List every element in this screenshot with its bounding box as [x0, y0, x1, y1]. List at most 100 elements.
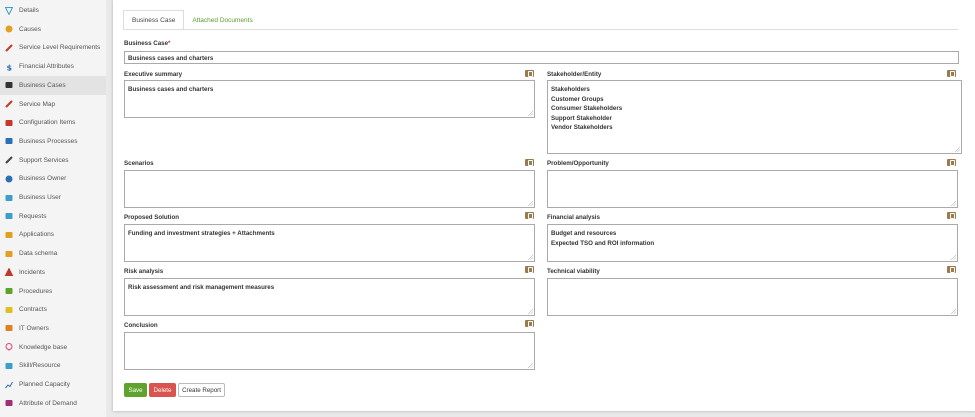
sidebar-item-business-processes[interactable]: Business Processes	[0, 132, 106, 151]
business-case-input[interactable]: Business cases and charters	[124, 51, 959, 64]
chart-line-icon	[5, 381, 13, 389]
gear-icon	[5, 175, 13, 183]
business-case-label: Business Case*	[124, 40, 171, 47]
stakeholder-textarea[interactable]: Stakeholders Customer Groups Consumer St…	[547, 80, 962, 154]
attach-icon[interactable]	[525, 159, 534, 166]
sidebar-item-procedures[interactable]: Procedures	[0, 282, 106, 301]
sidebar-item-label: Support Services	[19, 156, 69, 164]
sidebar-item-requests[interactable]: Requests	[0, 207, 106, 226]
resize-grip-icon[interactable]	[528, 111, 533, 116]
sidebar-item-contracts[interactable]: Contracts	[0, 300, 106, 319]
main-panel: Business Case Attached Documents Busines…	[113, 0, 975, 411]
sidebar-item-configuration-items[interactable]: Configuration Items	[0, 113, 106, 132]
sidebar-item-attribute-of-demand[interactable]: Attribute of Demand	[0, 394, 106, 413]
attach-icon[interactable]	[947, 70, 956, 77]
sidebar-item-label: Procedures	[19, 287, 53, 295]
sidebar-item-label: Applications	[19, 231, 55, 239]
attach-icon[interactable]	[947, 159, 956, 166]
sidebar-item-label: Business Owner	[19, 175, 67, 183]
problem-opportunity-textarea[interactable]	[547, 170, 958, 208]
sidebar-item-data-schema[interactable]: Data schema	[0, 244, 106, 263]
tab-divider	[123, 29, 958, 30]
executive-summary-label: Executive summary	[124, 71, 183, 78]
stakeholder-label: Stakeholder/Entity	[547, 71, 602, 78]
resize-grip-icon[interactable]	[528, 255, 533, 260]
resize-grip-icon[interactable]	[951, 309, 956, 314]
sidebar-item-label: IT Owners	[19, 324, 49, 332]
attach-icon[interactable]	[947, 212, 956, 219]
dollar-icon: $	[5, 63, 13, 72]
tab-business-case[interactable]: Business Case	[123, 10, 185, 30]
sidebar-item-details[interactable]: Details	[0, 1, 106, 20]
sidebar-item-skill-resource[interactable]: Skill/Resource	[0, 356, 106, 375]
risk-analysis-textarea[interactable]: Risk assessment and risk management meas…	[124, 278, 535, 316]
problem-opportunity-label: Problem/Opportunity	[547, 160, 609, 167]
resize-grip-icon[interactable]	[528, 309, 533, 314]
sidebar-item-business-user[interactable]: Business User	[0, 188, 106, 207]
sidebar-item-label: Knowledge base	[19, 343, 68, 351]
sidebar-item-applications[interactable]: Applications	[0, 225, 106, 244]
sidebar-item-label: Details	[19, 7, 39, 14]
table-icon	[5, 399, 13, 407]
attach-icon[interactable]	[525, 212, 534, 219]
resize-grip-icon[interactable]	[951, 255, 956, 260]
sidebar-item-incidents[interactable]: Incidents	[0, 263, 106, 282]
attach-icon[interactable]	[947, 266, 956, 273]
attach-icon[interactable]	[525, 320, 534, 327]
sidebar-item-business-owner[interactable]: Business Owner	[0, 169, 106, 188]
create-report-button[interactable]: Create Report	[178, 383, 225, 397]
scenarios-label: Scenarios	[124, 160, 154, 167]
save-button[interactable]: Save	[124, 383, 147, 397]
id-card-icon	[5, 362, 13, 370]
sidebar-item-label: Financial Attributes	[19, 63, 74, 71]
attach-icon[interactable]	[525, 266, 534, 273]
sidebar-item-label: Configuration Items	[19, 119, 76, 127]
technical-viability-label: Technical viability	[547, 268, 600, 275]
tools-icon	[5, 44, 13, 52]
resize-grip-icon[interactable]	[528, 363, 533, 368]
risk-analysis-label: Risk analysis	[124, 268, 164, 275]
info-circle-icon	[5, 25, 13, 33]
pencil-icon	[5, 100, 13, 108]
briefcase-icon	[5, 81, 13, 89]
executive-summary-textarea[interactable]: Business cases and charters	[124, 80, 535, 118]
monitor-icon	[5, 119, 13, 127]
sidebar-item-label: Business Cases	[19, 81, 66, 89]
wrench-icon	[5, 156, 13, 164]
sidebar-item-financial-attributes[interactable]: $ Financial Attributes	[0, 57, 106, 76]
financial-analysis-textarea[interactable]: Budget and resources Expected TSO and RO…	[547, 224, 958, 262]
sidebar-item-it-owners[interactable]: IT Owners	[0, 319, 106, 338]
sidebar-item-service-level-requirements[interactable]: Service Level Requirements	[0, 38, 106, 57]
grid-icon	[5, 212, 13, 220]
svg-text:$: $	[7, 63, 13, 71]
sidebar-item-label: Incidents	[19, 268, 46, 276]
tab-attached-documents[interactable]: Attached Documents	[184, 10, 260, 30]
sidebar-item-label: Service Map	[19, 100, 56, 108]
sidebar-item-service-map[interactable]: Service Map	[0, 95, 106, 114]
briefcase-icon	[5, 137, 13, 145]
conclusion-textarea[interactable]	[124, 332, 535, 370]
sidebar-item-causes[interactable]: Causes	[0, 20, 106, 39]
sidebar-item-planned-capacity[interactable]: Planned Capacity	[0, 375, 106, 394]
sidebar-item-label: Data schema	[19, 250, 58, 258]
sidebar-item-label: Planned Capacity	[19, 381, 70, 388]
sidebar: Details Causes Service Level Requirements $…	[0, 0, 106, 417]
pin-icon	[5, 343, 13, 351]
proposed-solution-textarea[interactable]: Funding and investment strategies + Atta…	[124, 224, 535, 262]
resize-grip-icon[interactable]	[528, 201, 533, 206]
sidebar-item-label: Contracts	[19, 306, 47, 314]
attach-icon[interactable]	[525, 70, 534, 77]
conclusion-label: Conclusion	[124, 322, 158, 329]
resize-grip-icon[interactable]	[955, 147, 960, 152]
financial-analysis-label: Financial analysis	[547, 214, 600, 221]
sidebar-item-business-cases[interactable]: Business Cases	[0, 75, 106, 95]
scenarios-textarea[interactable]	[124, 170, 535, 208]
delete-button[interactable]: Delete	[149, 383, 176, 397]
technical-viability-textarea[interactable]	[547, 278, 958, 316]
resize-grip-icon[interactable]	[951, 201, 956, 206]
proposed-solution-label: Proposed Solution	[124, 214, 179, 221]
sidebar-item-label: Skill/Resource	[19, 362, 61, 370]
sidebar-item-knowledge-base[interactable]: Knowledge base	[0, 338, 106, 357]
sidebar-item-support-services[interactable]: Support Services	[0, 151, 106, 170]
sidebar-item-label: Business Processes	[19, 137, 78, 145]
